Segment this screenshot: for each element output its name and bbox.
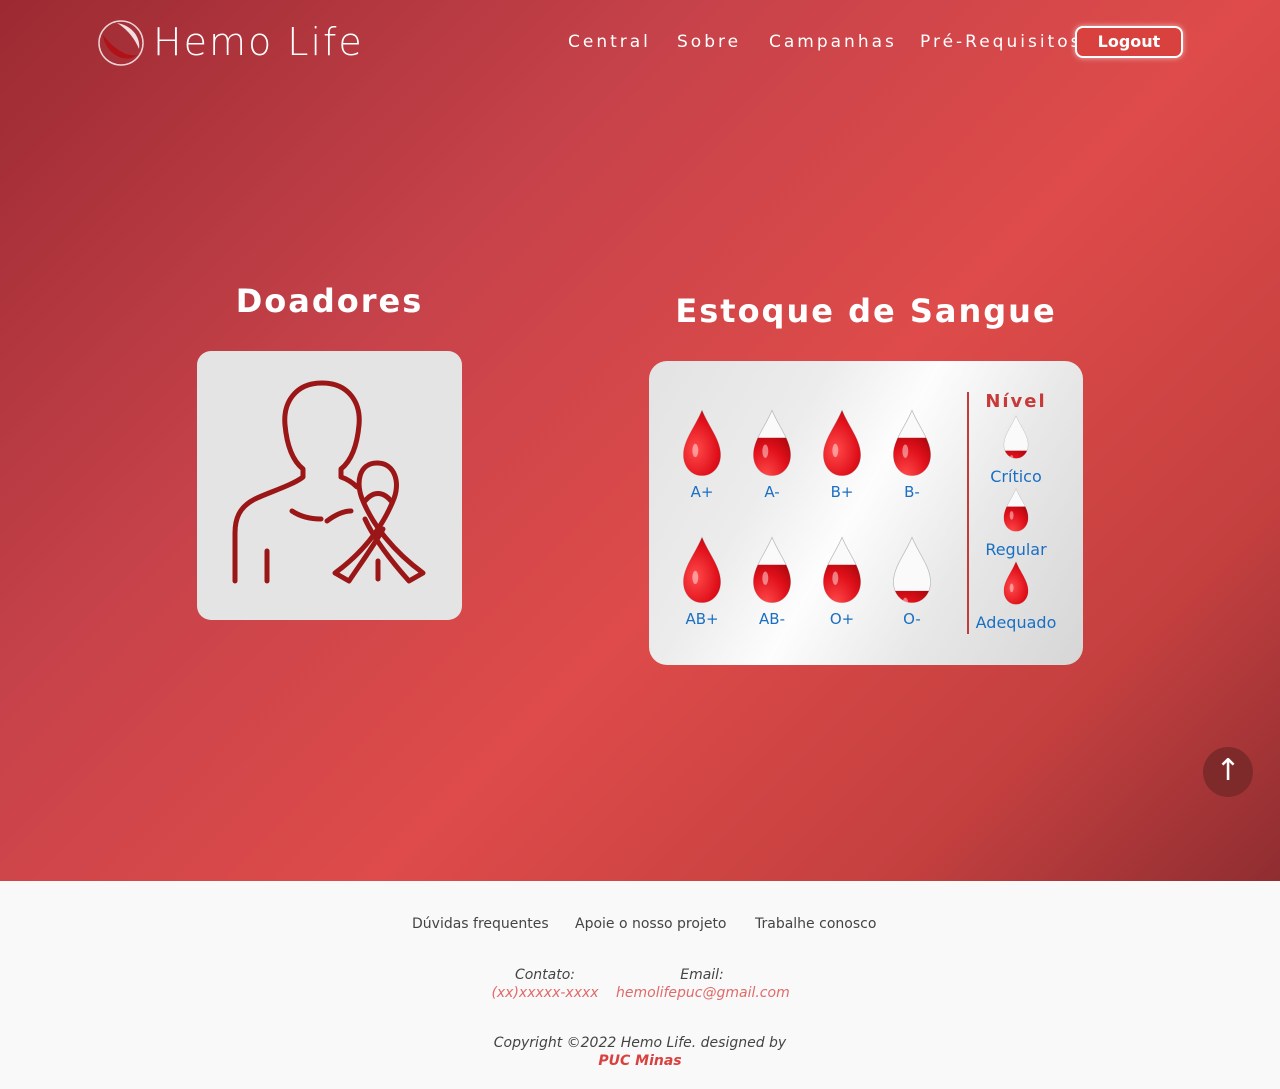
blood-drop-icon <box>807 534 877 606</box>
designer-credit[interactable]: PUC Minas <box>0 1053 1280 1069</box>
copyright-text: Copyright ©2022 Hemo Life. designed by <box>493 1035 787 1051</box>
footer: Dúvidas frequentes Apoie o nosso projeto… <box>0 881 1280 1089</box>
blood-type-label: B- <box>904 483 920 501</box>
blood-drop-icon <box>737 407 807 479</box>
blood-drop-icon <box>877 407 947 479</box>
contact-phone[interactable]: (xx)xxxxx-xxxx <box>490 985 600 1001</box>
email-label: Email: <box>680 967 724 983</box>
legend-label: Adequado <box>975 613 1057 632</box>
blood-drop-icon <box>667 407 737 479</box>
blood-type-o-neg: O- <box>877 534 947 628</box>
footer-link-careers[interactable]: Trabalhe conosco <box>755 916 876 932</box>
blood-type-ab-neg: AB- <box>737 534 807 628</box>
hero-section: Hemo Life Central Sobre Campanhas Pré-Re… <box>0 0 1280 881</box>
blood-type-label: A+ <box>690 483 714 501</box>
brand-name[interactable]: Hemo Life <box>153 18 364 66</box>
blood-type-label: AB+ <box>685 610 719 628</box>
logo-icon[interactable] <box>97 19 145 67</box>
legend-title: Nível <box>985 391 1047 412</box>
blood-drop-icon <box>667 534 737 606</box>
logout-button[interactable]: Logout <box>1075 26 1183 58</box>
blood-type-label: A- <box>764 483 780 501</box>
legend-adequado: Adequado <box>969 559 1063 632</box>
blood-drop-icon <box>737 534 807 606</box>
level-drop-icon <box>969 486 1063 538</box>
blood-type-o-pos: O+ <box>807 534 877 628</box>
donors-card[interactable] <box>197 351 462 620</box>
blood-drop-icon <box>807 407 877 479</box>
blood-type-label: O+ <box>829 610 855 628</box>
footer-link-support[interactable]: Apoie o nosso projeto <box>575 916 727 932</box>
footer-email: Email: hemolifepuc@gmail.com <box>616 967 790 1001</box>
blood-type-b-neg: B- <box>877 407 947 501</box>
blood-type-a-neg: A- <box>737 407 807 501</box>
legend-label: Crítico <box>990 467 1042 486</box>
blood-type-ab-pos: AB+ <box>667 534 737 628</box>
blood-type-b-pos: B+ <box>807 407 877 501</box>
blood-stock-card: A+ A- B+ B- AB+ AB- O+ O- Nível Crítico … <box>649 361 1083 665</box>
nav-pre-requisitos[interactable]: Pré-Requisitos <box>920 31 1082 53</box>
stock-title: Estoque de Sangue <box>675 292 1057 330</box>
blood-type-label: AB- <box>759 610 785 628</box>
footer-link-faq[interactable]: Dúvidas frequentes <box>412 916 549 932</box>
blood-type-label: B+ <box>830 483 854 501</box>
email-link[interactable]: hemolifepuc@gmail.com <box>616 985 790 1001</box>
level-drop-icon <box>969 413 1063 465</box>
scroll-to-top-button[interactable]: ↑ <box>1203 747 1253 797</box>
nav-central[interactable]: Central <box>568 31 651 53</box>
nav-campanhas[interactable]: Campanhas <box>769 31 897 53</box>
nav-sobre[interactable]: Sobre <box>677 31 741 53</box>
legend-label: Regular <box>985 540 1047 559</box>
blood-type-label: O- <box>903 610 921 628</box>
level-drop-icon <box>969 559 1063 611</box>
contact-label: Contato: <box>514 967 576 983</box>
blood-type-a-pos: A+ <box>667 407 737 501</box>
donors-title: Doadores <box>235 282 424 320</box>
donor-ribbon-icon <box>232 380 426 584</box>
legend-critico: Crítico <box>969 413 1063 486</box>
legend-regular: Regular <box>969 486 1063 559</box>
blood-drop-icon <box>877 534 947 606</box>
footer-contact: Contato: (xx)xxxxx-xxxx <box>490 967 600 1001</box>
